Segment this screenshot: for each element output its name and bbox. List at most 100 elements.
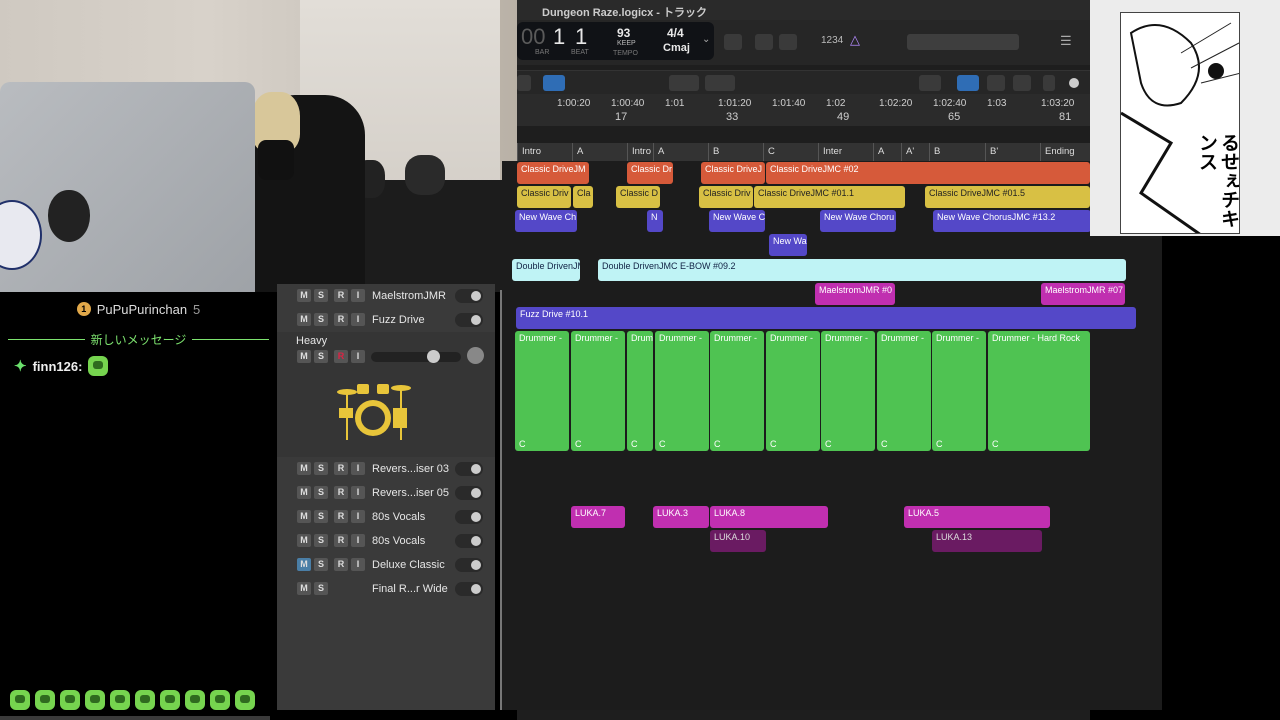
audio-region[interactable]: LUKA.10 bbox=[710, 530, 766, 552]
input-monitor-button[interactable]: I bbox=[351, 350, 365, 363]
waveform-zoom-icon[interactable] bbox=[957, 75, 979, 91]
track-toggle[interactable] bbox=[455, 582, 483, 596]
count-in-button[interactable]: 1234 bbox=[821, 35, 843, 46]
mute-button[interactable]: M bbox=[297, 486, 311, 499]
arrangement-marker[interactable]: C bbox=[763, 143, 818, 161]
audio-region[interactable]: MaelstromJMR #0 bbox=[815, 283, 895, 305]
solo-button[interactable]: S bbox=[314, 289, 328, 302]
emote-icon[interactable] bbox=[185, 690, 205, 710]
record-button[interactable]: R bbox=[334, 462, 348, 475]
audio-region[interactable]: Double DrivenJMC E-BOW #09.2 bbox=[598, 259, 1126, 281]
input-monitor-button[interactable]: I bbox=[351, 289, 365, 302]
audio-region[interactable]: Classic DriveJ bbox=[701, 162, 765, 184]
drummer-track-header[interactable]: Heavy M S R I bbox=[277, 332, 495, 457]
horizontal-fit-icon[interactable] bbox=[1013, 75, 1031, 91]
mute-button[interactable]: M bbox=[297, 510, 311, 523]
mute-button[interactable]: M bbox=[297, 534, 311, 547]
input-monitor-button[interactable]: I bbox=[351, 534, 365, 547]
audio-region[interactable]: LUKA.13 bbox=[932, 530, 1042, 552]
chat-input[interactable] bbox=[0, 716, 270, 720]
solo-button[interactable]: S bbox=[314, 462, 328, 475]
pointer-tool-icon[interactable] bbox=[669, 75, 699, 91]
drummer-region[interactable]: Drummer -C bbox=[710, 331, 764, 451]
mute-button[interactable]: M bbox=[297, 289, 311, 302]
vertical-fit-icon[interactable] bbox=[987, 75, 1005, 91]
track-name[interactable]: MaelstromJMR bbox=[372, 290, 446, 302]
vertical-zoom-icon[interactable] bbox=[1043, 75, 1055, 91]
tracks-area[interactable]: Classic DriveJM Classic Dr Classic Drive… bbox=[502, 161, 1162, 710]
audio-region[interactable]: Classic DriveJMC #01.5 bbox=[925, 186, 1090, 208]
catch-icon[interactable] bbox=[517, 75, 531, 91]
audio-region[interactable]: Cla bbox=[573, 186, 593, 208]
emote-icon[interactable] bbox=[85, 690, 105, 710]
audio-region[interactable]: MaelstromJMR #07 bbox=[1041, 283, 1125, 305]
drummer-region[interactable]: Drum C bbox=[627, 331, 653, 451]
track-header[interactable]: M S R I 80s Vocals bbox=[277, 529, 495, 553]
cycle-button[interactable] bbox=[724, 34, 742, 50]
arrangement-marker[interactable]: A bbox=[572, 143, 627, 161]
input-monitor-button[interactable]: I bbox=[351, 313, 365, 326]
track-name[interactable]: Revers...iser 03 bbox=[372, 463, 449, 475]
audio-region[interactable]: LUKA.3 bbox=[653, 506, 709, 528]
pencil-tool-icon[interactable] bbox=[755, 34, 773, 50]
track-toggle[interactable] bbox=[455, 313, 483, 327]
audio-region[interactable]: LUKA.5 bbox=[904, 506, 1050, 528]
drummer-region[interactable]: Drummer -C bbox=[877, 331, 931, 451]
arrangement-marker[interactable]: Intro bbox=[517, 143, 572, 161]
emote-icon[interactable] bbox=[135, 690, 155, 710]
playhead[interactable] bbox=[500, 290, 502, 710]
arrangement-marker[interactable]: B bbox=[929, 143, 985, 161]
audio-region[interactable]: N bbox=[647, 210, 663, 232]
mute-button[interactable]: M bbox=[297, 582, 311, 595]
arrangement-marker[interactable]: B' bbox=[985, 143, 1040, 161]
arrangement-marker[interactable]: A bbox=[653, 143, 708, 161]
snap-icon[interactable] bbox=[543, 75, 565, 91]
record-button[interactable]: R bbox=[334, 313, 348, 326]
mute-button[interactable]: M bbox=[297, 350, 311, 363]
emote-icon[interactable] bbox=[235, 690, 255, 710]
volume-slider[interactable] bbox=[371, 352, 461, 362]
track-name[interactable]: Fuzz Drive bbox=[372, 314, 425, 326]
emote-icon[interactable] bbox=[160, 690, 180, 710]
arrangement-marker[interactable]: Ending bbox=[1040, 143, 1090, 161]
arrangement-marker[interactable]: A' bbox=[901, 143, 929, 161]
audio-region[interactable]: Classic D bbox=[616, 186, 660, 208]
emote-icon[interactable] bbox=[210, 690, 230, 710]
input-monitor-button[interactable]: I bbox=[351, 486, 365, 499]
track-toggle[interactable] bbox=[455, 510, 483, 524]
audio-region[interactable]: LUKA.7 bbox=[571, 506, 625, 528]
solo-button[interactable]: S bbox=[314, 534, 328, 547]
track-header[interactable]: M S R I Revers...iser 03 bbox=[277, 457, 495, 481]
record-button[interactable]: R bbox=[334, 510, 348, 523]
track-toggle[interactable] bbox=[455, 486, 483, 500]
mute-button[interactable]: M bbox=[297, 462, 311, 475]
volume-knob[interactable] bbox=[427, 350, 440, 363]
master-volume-display[interactable] bbox=[907, 34, 1019, 50]
solo-button[interactable]: S bbox=[314, 558, 328, 571]
pan-knob[interactable] bbox=[467, 347, 484, 364]
emote-icon[interactable] bbox=[35, 690, 55, 710]
mute-button[interactable]: M bbox=[297, 313, 311, 326]
track-toggle[interactable] bbox=[455, 534, 483, 548]
track-toggle[interactable] bbox=[455, 462, 483, 476]
metronome-icon[interactable]: △ bbox=[850, 32, 860, 48]
track-header[interactable]: M S Final R...r Wide bbox=[277, 577, 495, 601]
arrangement-track[interactable]: Intro A Intro A B C Inter A A' B B' Endi… bbox=[517, 143, 1090, 161]
zoom-slider[interactable] bbox=[1069, 78, 1079, 88]
audio-region[interactable]: Classic Driv bbox=[517, 186, 571, 208]
drummer-region[interactable]: Drummer -C bbox=[932, 331, 986, 451]
track-toggle[interactable] bbox=[455, 558, 483, 572]
track-name[interactable]: Final R...r Wide bbox=[372, 583, 448, 595]
track-header[interactable]: M S R I 80s Vocals bbox=[277, 505, 495, 529]
arrangement-marker[interactable]: B bbox=[708, 143, 763, 161]
drummer-region[interactable]: Drummer -C bbox=[655, 331, 709, 451]
audio-region[interactable]: Fuzz Drive #10.1 bbox=[516, 307, 1136, 329]
track-header[interactable]: M S R I Deluxe Classic bbox=[277, 553, 495, 577]
record-button[interactable]: R bbox=[334, 486, 348, 499]
arrangement-marker[interactable]: Intro bbox=[627, 143, 653, 161]
track-name[interactable]: 80s Vocals bbox=[372, 511, 425, 523]
audio-region[interactable]: Classic Driv bbox=[699, 186, 753, 208]
audio-region[interactable]: New Wave ChorusJMC #13.2 bbox=[933, 210, 1091, 232]
audio-region[interactable]: Classic Dr bbox=[627, 162, 673, 184]
drummer-region[interactable]: Drummer -C bbox=[766, 331, 820, 451]
